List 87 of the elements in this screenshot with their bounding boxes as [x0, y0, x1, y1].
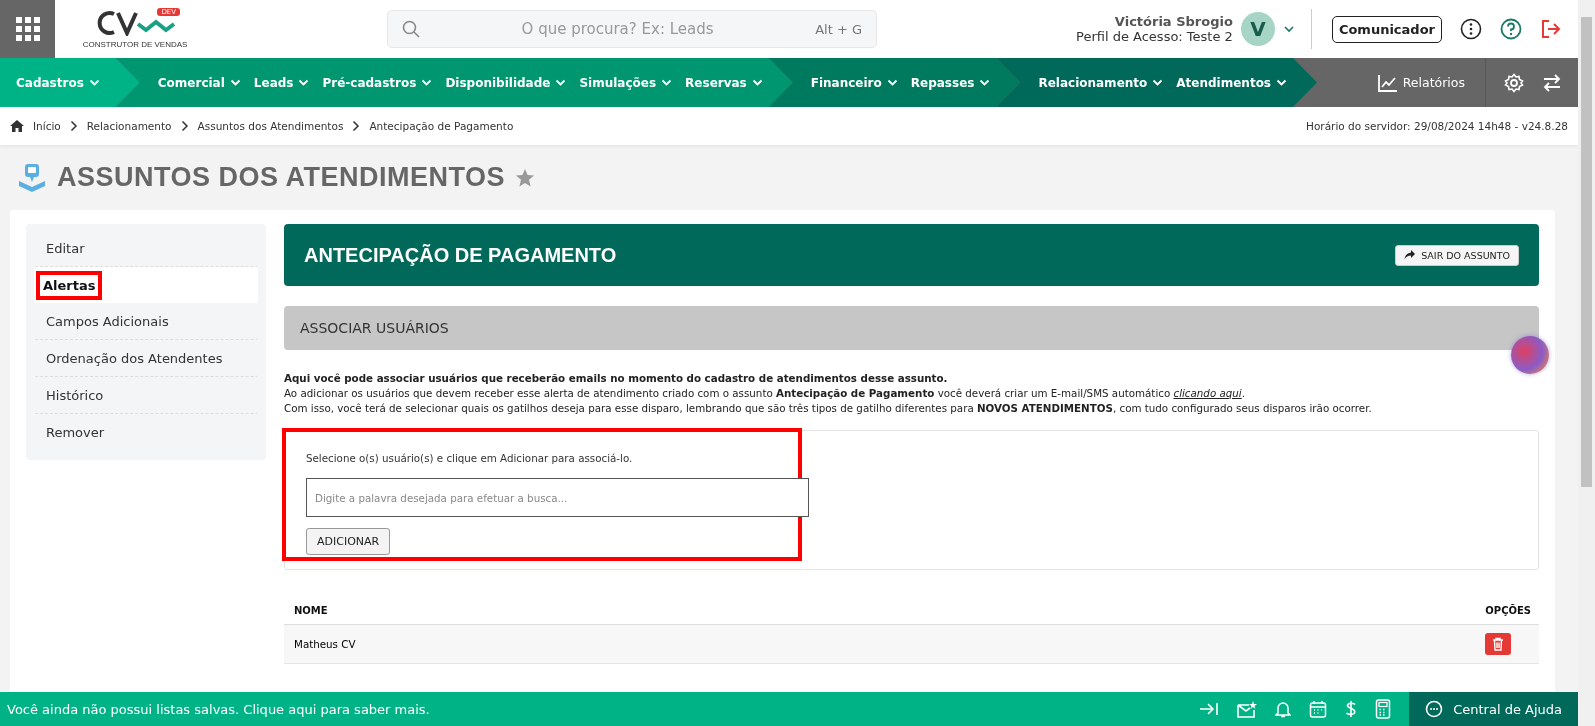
share-arrow-icon — [1404, 250, 1416, 260]
sidebar-item[interactable]: Histórico — [34, 377, 258, 414]
breadcrumb-link[interactable]: Início — [33, 120, 61, 132]
page-title: ASSUNTOS DOS ATENDIMENTOS — [57, 162, 506, 193]
menu-item[interactable]: Repasses — [910, 75, 991, 90]
sidebar-item[interactable]: Ordenação dos Atendentes — [34, 340, 258, 377]
info-text: Ao adicionar os usuários que devem receber esse alerta de atendimento criado com o assunto Antecipação de Pagamento você deverá criar um E-mail/SMS automático clicando aqui. — [284, 386, 1246, 401]
sidebar-item[interactable]: Remover — [34, 414, 258, 450]
apps-menu-button[interactable] — [0, 0, 55, 58]
chevron-down-icon — [421, 79, 433, 86]
chevron-down-icon[interactable] — [1282, 25, 1295, 33]
sidebar-label: Alertas — [36, 270, 103, 300]
switch-arrows-icon[interactable] — [1542, 73, 1562, 92]
menu-item[interactable]: Comercial — [157, 75, 241, 90]
star-icon[interactable] — [515, 167, 536, 188]
menu-item[interactable]: Simulações — [579, 75, 673, 90]
chevron-down-icon — [886, 79, 898, 86]
intro-text: Aqui você pode associar usuários que receberão emails no momento do cadastro de atendimentos desse assunto. — [284, 371, 949, 386]
add-button[interactable]: ADICIONAR — [306, 528, 391, 555]
search-field[interactable]: O que procura? Ex: Leads Alt + G — [387, 10, 877, 48]
chevron-down-icon — [88, 79, 100, 86]
grid-icon — [15, 17, 40, 41]
user-name: Victória Sbrogio — [1114, 14, 1233, 29]
sidebar-label: Remover — [46, 423, 105, 442]
communicator-button[interactable]: Comunicador — [1331, 15, 1442, 43]
menu-item[interactable]: Leads — [253, 75, 310, 90]
delete-button[interactable] — [1485, 633, 1511, 655]
trash-icon — [1492, 637, 1504, 651]
chevron-down-icon — [1276, 79, 1287, 86]
sidebar-label: Campos Adicionais — [46, 312, 169, 331]
menu-item[interactable]: Disponibilidade — [445, 75, 567, 90]
chevron-down-icon — [1152, 79, 1164, 86]
sidebar-label: Ordenação dos Atendentes — [46, 349, 223, 368]
mail-star-icon[interactable] — [1237, 700, 1258, 718]
menu-item[interactable]: Pré-cadastros — [322, 75, 433, 90]
chevron-down-icon — [229, 79, 241, 86]
chevron-right-icon — [352, 120, 361, 132]
help-icon[interactable] — [1500, 18, 1522, 40]
calculator-icon[interactable] — [1375, 699, 1392, 719]
column-header: OPÇÕES — [1485, 604, 1531, 616]
chevron-down-icon — [979, 79, 991, 86]
sidebar-item[interactable]: Alertas — [34, 267, 258, 303]
menu-item[interactable]: Reservas — [685, 75, 763, 90]
chevron-down-icon — [751, 79, 763, 86]
settings-icon[interactable] — [1504, 72, 1524, 93]
column-header: NOME — [294, 604, 328, 616]
chat-box-icon — [17, 162, 47, 193]
arrow-to-bar-icon[interactable] — [1199, 701, 1220, 717]
chevron-down-icon — [661, 79, 673, 86]
info-text: Com isso, você terá de selecionar quais os gatilhos deseja para esse disparo, lembrando que são três tipos de gatilho diferentes para NOVOS ATENDIMENTOS, com tudo configurado seus disparos irão ocorrer. — [284, 401, 1373, 416]
search-input[interactable]: O que procura? Ex: Leads — [430, 19, 806, 39]
shortcut-hint: Alt + G — [815, 21, 862, 37]
help-center-button[interactable]: Central de Ajuda — [1409, 692, 1578, 726]
chevron-right-icon — [180, 120, 189, 132]
chat-bubble-icon — [1425, 700, 1444, 718]
sidebar-item[interactable]: Campos Adicionais — [34, 303, 258, 340]
breadcrumb-link[interactable]: Relacionamento — [86, 120, 172, 132]
breadcrumb-link[interactable]: Assuntos dos Atendimentos — [197, 120, 344, 132]
dollar-icon[interactable] — [1345, 700, 1358, 718]
calendar-icon[interactable] — [1309, 700, 1328, 718]
search-icon — [402, 20, 420, 38]
table-cell: Matheus CV — [294, 638, 356, 650]
logout-icon[interactable] — [1540, 18, 1562, 40]
chevron-down-icon — [555, 79, 567, 86]
sidebar-label: Editar — [46, 239, 85, 258]
form-instruction: Selecione o(s) usuário(s) e clique em Adicionar para associá-lo. — [306, 452, 633, 464]
exit-subject-button[interactable]: SAIR DO ASSUNTO — [1395, 244, 1519, 266]
section-title: ASSOCIAR USUÁRIOS — [300, 320, 449, 336]
chevron-right-icon — [69, 120, 78, 132]
user-profile: Perfil de Acesso: Teste 2 — [1076, 29, 1233, 44]
reports-link[interactable]: Relatórios — [1377, 73, 1465, 92]
subject-title: ANTECIPAÇÃO DE PAGAMENTO — [304, 243, 617, 267]
user-avatar[interactable]: V — [1240, 12, 1275, 46]
logo-tagline: CONSTRUTOR DE VENDAS — [82, 39, 188, 49]
sidebar-label: Histórico — [46, 386, 104, 405]
home-icon — [10, 120, 24, 132]
chevron-down-icon — [298, 79, 310, 86]
menu-item[interactable]: Relacionamento — [1038, 75, 1164, 90]
user-search-field[interactable]: Digite a palavra desejada para efetuar a busca... — [306, 478, 809, 517]
line-chart-icon — [1377, 73, 1398, 92]
more-options-icon[interactable] — [1460, 18, 1482, 40]
link[interactable]: clicando aqui — [1173, 387, 1242, 399]
bell-icon[interactable] — [1275, 700, 1292, 718]
breadcrumb-link[interactable]: Antecipação de Pagamento — [369, 120, 514, 132]
server-time: Horário do servidor: 29/08/2024 14h48 - v24.8.28 — [1306, 120, 1568, 132]
menu-item[interactable]: Atendimentos — [1176, 75, 1287, 90]
menu-item[interactable]: Financeiro — [810, 75, 898, 90]
